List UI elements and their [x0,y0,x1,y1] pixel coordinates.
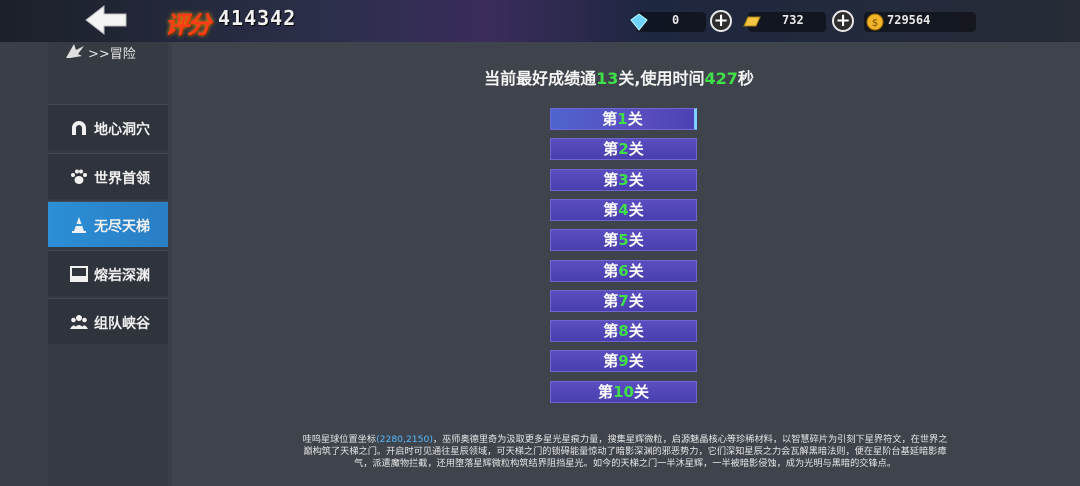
level-prefix: 第 [603,352,619,371]
best-record-levels: 13 [596,69,619,88]
level-suffix: 关 [628,140,644,159]
level-number: 5 [618,231,629,250]
level-7-button[interactable]: 第7关 [550,289,697,312]
level-suffix: 关 [627,110,643,128]
sidebar-item-label: 无尽天梯 [94,219,150,235]
level-suffix: 关 [628,322,644,341]
level-prefix: 第 [603,322,619,341]
level-3-button[interactable]: 第3关 [550,168,697,191]
sidebar-item-team-canyon[interactable]: 组队峡谷 [48,298,168,344]
level-8-button[interactable]: 第8关 [550,320,697,343]
level-10-button[interactable]: 第10关 [550,380,697,403]
level-number: 1 [617,110,628,128]
best-record-suffix: 秒 [737,69,754,88]
level-suffix: 关 [628,200,644,219]
level-prefix: 第 [598,382,614,401]
window-icon [70,266,88,282]
team-icon [70,315,88,329]
description-text-1: 哇呜星球位置坐标 [302,434,377,445]
level-9-button[interactable]: 第9关 [550,350,697,373]
level-prefix: 第 [603,261,619,280]
level-suffix: 关 [628,261,644,280]
breadcrumb: >>冒险 [88,47,136,62]
svg-text:$: $ [872,18,878,29]
level-1-button[interactable]: 第1关 [550,108,697,130]
best-record-prefix: 当前最好成绩通 [484,69,597,88]
diamond-value: 0 [672,13,680,27]
score-value: 414342 [218,6,297,30]
level-number: 9 [618,352,629,371]
top-bar: 评分 414342 0 + 732 + $ 729564 [0,0,1080,42]
gold-bar-icon [743,16,761,27]
level-prefix: 第 [603,140,619,159]
best-record: 当前最好成绩通13关,使用时间427秒 [0,65,1080,89]
level-suffix: 关 [628,291,644,310]
coin-value: 729564 [887,13,931,27]
sidebar-item-endless-ladder[interactable]: 无尽天梯 [48,201,168,247]
level-5-button[interactable]: 第5关 [550,229,697,252]
score-label: 评分 [165,11,211,39]
level-prefix: 第 [603,170,619,189]
level-4-button[interactable]: 第4关 [550,198,697,221]
level-suffix: 关 [628,170,644,189]
level-prefix: 第 [603,200,619,219]
level-number: 2 [618,140,629,159]
level-suffix: 关 [628,231,644,250]
level-suffix: 关 [633,382,649,401]
level-number: 3 [618,170,629,189]
wing-icon [66,44,84,58]
level-prefix: 第 [603,231,619,250]
level-number: 10 [613,382,634,401]
level-prefix: 第 [603,291,619,310]
stage-description: 哇呜星球位置坐标(2280,2150)，巫师奥德里奇为汲取更多星光星痕力量，搜集… [300,434,950,470]
sidebar-item-label: 地心洞穴 [94,122,150,138]
diamond-icon [630,13,648,31]
best-record-seconds: 427 [704,69,738,88]
back-arrow-icon[interactable] [84,4,128,36]
paw-icon [71,169,87,184]
level-number: 7 [618,291,629,310]
level-number: 6 [618,261,629,280]
level-number: 8 [618,322,629,341]
sidebar-item-world-boss[interactable]: 世界首领 [48,153,168,199]
description-coords: (2280,2150) [376,434,433,445]
level-6-button[interactable]: 第6关 [550,259,697,282]
sidebar-item-label: 熔岩深渊 [94,268,150,284]
level-number: 4 [618,200,629,219]
sidebar-item-label: 世界首领 [94,171,150,187]
sidebar-item-earth-cave[interactable]: 地心洞穴 [48,104,168,150]
best-record-mid: 关,使用时间 [618,69,705,88]
sidebar-item-lava-abyss[interactable]: 熔岩深渊 [48,250,168,296]
level-2-button[interactable]: 第2关 [550,138,697,161]
add-diamond-button[interactable]: + [710,10,732,32]
add-gold-button[interactable]: + [832,10,854,32]
arch-icon [72,121,86,135]
coin-icon: $ [866,13,884,31]
level-suffix: 关 [628,352,644,371]
cone-icon [72,217,86,233]
gold-bar-value: 732 [782,13,804,27]
sidebar-item-label: 组队峡谷 [94,316,150,332]
level-prefix: 第 [602,110,618,128]
